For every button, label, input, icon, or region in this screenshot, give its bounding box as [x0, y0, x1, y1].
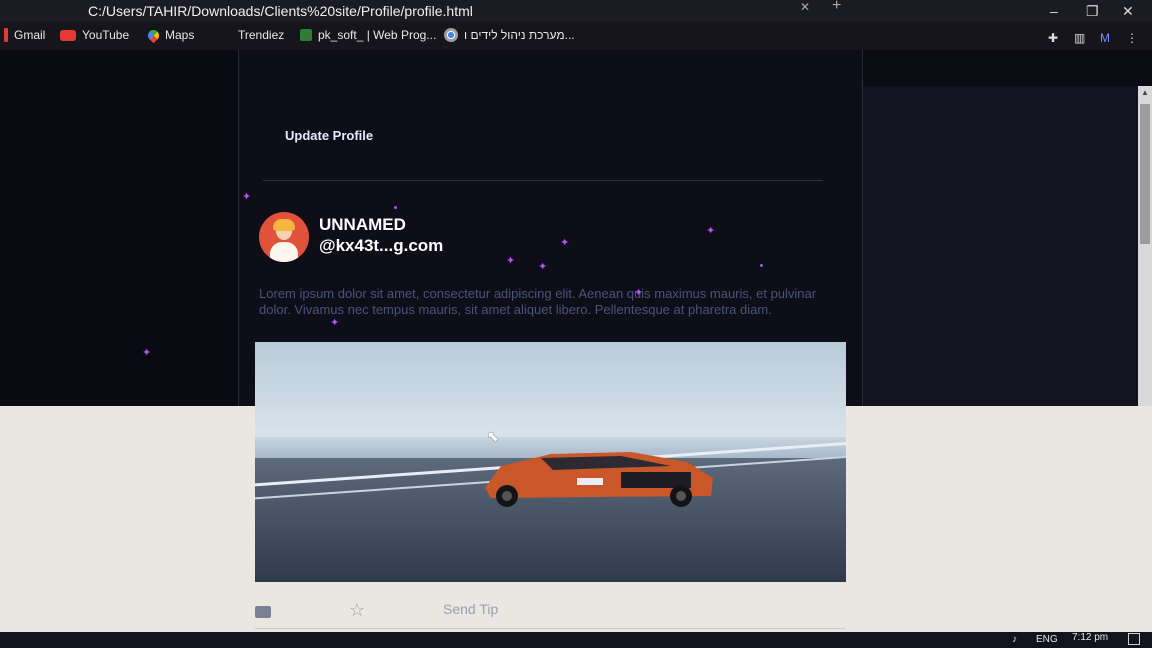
address-bar[interactable]: C:/Users/TAHIR/Downloads/Clients%20site/… — [88, 0, 473, 22]
mouse-cursor: ⬉ — [487, 428, 499, 444]
post-image[interactable]: ⬉ — [255, 342, 846, 582]
youtube-icon — [60, 29, 76, 41]
menu-icon[interactable]: ⋮ — [1126, 31, 1138, 45]
scrollbar[interactable]: ▲ — [1138, 86, 1152, 406]
bookmark-maps[interactable]: Maps — [145, 26, 194, 44]
clock[interactable]: 7:12 pm — [1072, 632, 1108, 643]
profile-handle: @kx43t...g.com — [319, 236, 444, 255]
star-icon: ✦ — [330, 317, 340, 329]
chrome-icon — [444, 28, 458, 42]
language-indicator[interactable]: ENG — [1036, 634, 1058, 645]
notification-icon[interactable] — [1128, 633, 1140, 645]
star-icon: ✦ — [560, 237, 570, 249]
comment-icon[interactable] — [255, 606, 271, 618]
volume-icon[interactable]: ♪ — [1012, 634, 1017, 645]
update-profile-button[interactable]: Update Profile — [285, 128, 373, 143]
send-tip-button[interactable]: Send Tip — [443, 601, 498, 617]
star-icon: ✦ — [538, 261, 548, 273]
gmail-icon — [4, 28, 8, 42]
post-actions: ☆ Send Tip — [255, 598, 846, 629]
bookmark-leads[interactable]: מערכת ניהול לידים ו... — [444, 26, 575, 44]
divider — [263, 180, 823, 181]
bookmarks-bar: Gmail YouTube Maps Trendiez pk_soft_ | W… — [0, 22, 1152, 50]
divider — [255, 628, 846, 629]
star-icon: ✦ — [706, 225, 716, 237]
left-margin — [0, 50, 240, 406]
maximize-button[interactable]: ❐ — [1086, 2, 1099, 20]
profile-name: UNNAMED — [319, 215, 406, 234]
right-panel — [863, 86, 1138, 406]
minimize-button[interactable]: – — [1050, 2, 1058, 20]
bookmark-youtube[interactable]: YouTube — [60, 26, 129, 44]
new-tab-icon[interactable]: + — [832, 0, 841, 15]
taskbar: ♪ ENG 7:12 pm — [0, 632, 1152, 648]
scroll-up-icon[interactable]: ▲ — [1141, 88, 1149, 97]
profile-bio: Lorem ipsum dolor sit amet, consectetur … — [259, 286, 817, 317]
browser-title-bar: C:/Users/TAHIR/Downloads/Clients%20site/… — [0, 0, 1152, 22]
maps-icon — [145, 27, 162, 43]
favorite-star-icon[interactable]: ☆ — [349, 600, 365, 621]
close-window-button[interactable]: ✕ — [1122, 2, 1134, 20]
star-icon: ✦ — [506, 255, 516, 267]
extensions-icon[interactable]: ✚ — [1048, 31, 1058, 45]
star-icon: ✦ — [634, 287, 644, 299]
star-icon: ✦ — [142, 347, 152, 359]
star-dot — [760, 264, 763, 267]
sports-car — [485, 452, 713, 507]
star-icon: ✦ — [242, 191, 252, 203]
profile-avatar[interactable]: M — [1100, 31, 1110, 45]
pk-soft-icon — [300, 29, 312, 41]
bookmark-pk-soft[interactable]: pk_soft_ | Web Prog... — [300, 26, 436, 44]
avatar[interactable] — [259, 212, 309, 262]
tab-close-icon[interactable]: ✕ — [800, 0, 810, 14]
scroll-thumb[interactable] — [1140, 104, 1150, 244]
bookmark-gmail[interactable]: Gmail — [4, 26, 45, 44]
side-panel-icon[interactable]: ▥ — [1074, 31, 1085, 45]
bookmark-trendiez[interactable]: Trendiez — [238, 26, 284, 44]
star-dot — [394, 206, 397, 209]
